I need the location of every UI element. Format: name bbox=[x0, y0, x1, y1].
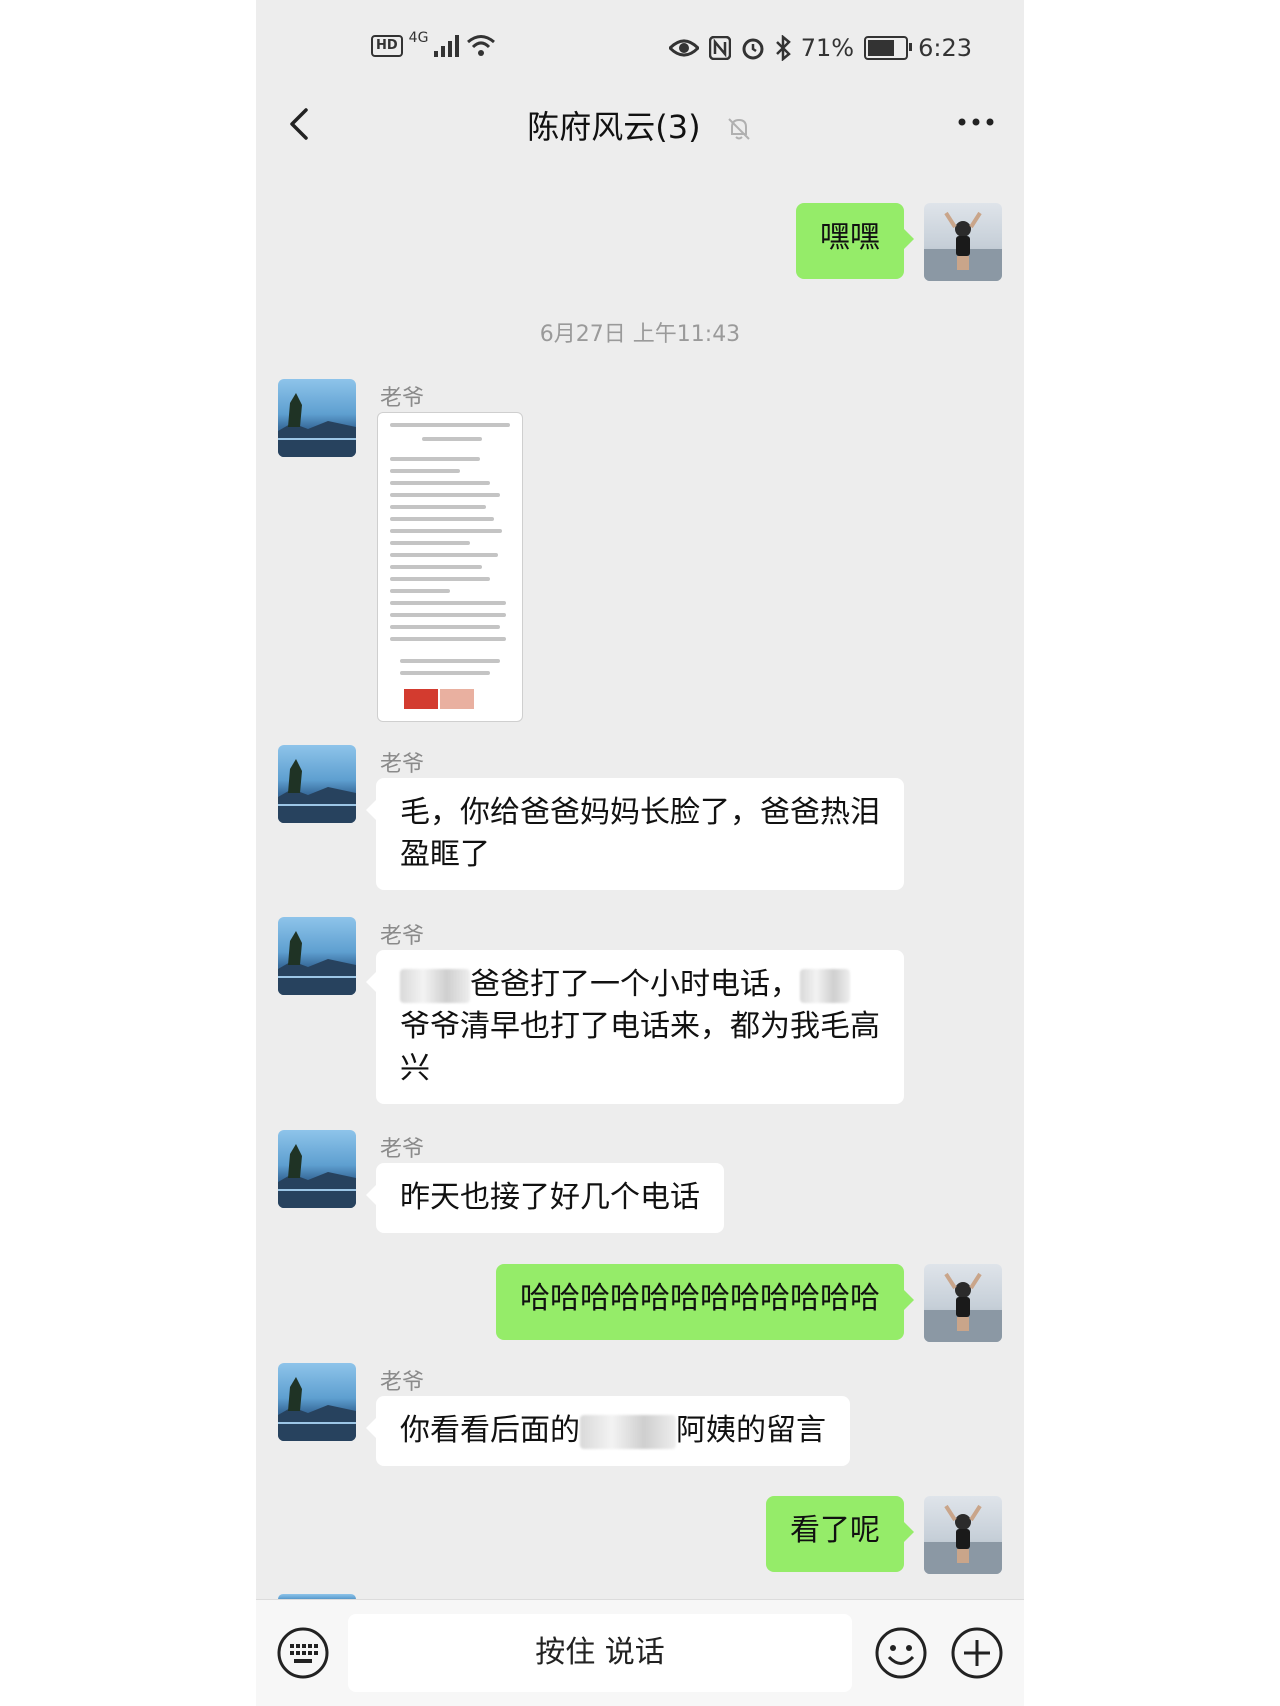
sender-avatar[interactable] bbox=[278, 745, 356, 823]
input-bar: 按住 说话 bbox=[256, 1599, 1024, 1706]
chat-title-wrap: 陈府风云(3) bbox=[256, 102, 1024, 148]
person-photo-icon bbox=[924, 1504, 1002, 1574]
bluetooth-icon bbox=[775, 35, 791, 61]
my-avatar[interactable] bbox=[924, 1496, 1002, 1574]
hold-to-talk-button[interactable]: 按住 说话 bbox=[348, 1614, 852, 1692]
message-text-part: 爸爸打了一个小时电话， bbox=[470, 967, 800, 1002]
sender-avatar[interactable] bbox=[278, 379, 356, 457]
message-bubble-outgoing[interactable]: 看了呢 bbox=[766, 1496, 914, 1572]
lake-photo-icon bbox=[278, 1377, 356, 1441]
nfc-icon bbox=[708, 36, 731, 60]
status-right: 71% 6:23 bbox=[668, 34, 972, 62]
keyboard-icon[interactable] bbox=[276, 1626, 330, 1680]
message-text-part: 爷爷清早也打了电话来，都为我毛高兴 bbox=[400, 1009, 880, 1086]
battery-icon bbox=[864, 36, 913, 60]
message-text: 昨天也接了好几个电话 bbox=[400, 1180, 700, 1215]
sender-name: 老爷 bbox=[380, 386, 425, 411]
lake-photo-icon bbox=[278, 393, 356, 457]
chat-title: 陈府风云(3) bbox=[527, 108, 701, 146]
my-avatar[interactable] bbox=[924, 1264, 1002, 1342]
redacted-text bbox=[800, 968, 850, 1003]
redacted-text bbox=[580, 1414, 676, 1449]
lake-photo-icon bbox=[278, 759, 356, 823]
message-bubble-outgoing[interactable]: 嘿嘿 bbox=[796, 203, 914, 279]
chat-screen: HD 4G 71% 6:23 陈府风云(3) 嘿嘿 6月27日 上午11:43 bbox=[256, 0, 1024, 1706]
message-bubble-incoming[interactable]: 毛，你给爸爸妈妈长脸了，爸爸热泪盈眶了 bbox=[366, 778, 904, 890]
message-bubble-incoming[interactable]: 爸爸打了一个小时电话， 爷爷清早也打了电话来，都为我毛高兴 bbox=[366, 950, 904, 1104]
message-text-part: 你看看后面的 bbox=[400, 1413, 580, 1448]
time-divider: 6月27日 上午11:43 bbox=[539, 322, 741, 347]
emoji-icon[interactable] bbox=[874, 1626, 928, 1680]
message-bubble-outgoing[interactable]: 哈哈哈哈哈哈哈哈哈哈哈哈 bbox=[496, 1264, 914, 1340]
message-text: 看了呢 bbox=[790, 1513, 880, 1548]
message-bubble-incoming[interactable]: 昨天也接了好几个电话 bbox=[366, 1163, 724, 1233]
plus-icon[interactable] bbox=[950, 1626, 1004, 1680]
sender-name: 老爷 bbox=[380, 1370, 425, 1395]
redacted-text bbox=[400, 968, 470, 1003]
hd-badge: HD bbox=[371, 35, 403, 57]
battery-level bbox=[868, 40, 895, 56]
sender-avatar[interactable] bbox=[278, 1130, 356, 1208]
my-avatar[interactable] bbox=[924, 203, 1002, 281]
lake-photo-icon bbox=[278, 931, 356, 995]
lake-photo-icon bbox=[278, 1144, 356, 1208]
sender-avatar[interactable] bbox=[278, 1363, 356, 1441]
signal-icon: 4G bbox=[408, 30, 429, 46]
sender-name: 老爷 bbox=[380, 752, 425, 777]
message-text: 嘿嘿 bbox=[820, 220, 880, 255]
thumb-image-red bbox=[404, 689, 438, 709]
message-text-part: 阿姨的留言 bbox=[676, 1413, 826, 1448]
message-bubble-incoming[interactable]: 你看看后面的 阿姨的留言 bbox=[366, 1396, 850, 1466]
alarm-icon bbox=[742, 38, 764, 60]
sender-avatar[interactable] bbox=[278, 917, 356, 995]
sender-name: 老爷 bbox=[380, 1137, 425, 1162]
more-icon[interactable] bbox=[956, 110, 996, 134]
wifi-icon bbox=[467, 35, 496, 56]
eye-icon bbox=[668, 39, 699, 57]
person-photo-icon bbox=[924, 1272, 1002, 1342]
message-text: 毛，你给爸爸妈妈长脸了，爸爸热泪盈眶了 bbox=[400, 795, 880, 872]
screenshot-image-message[interactable] bbox=[377, 412, 523, 722]
signal-bars-icon bbox=[434, 35, 460, 57]
status-left: HD 4G bbox=[371, 30, 496, 58]
person-photo-icon bbox=[924, 211, 1002, 281]
mute-bell-icon bbox=[728, 118, 750, 140]
thumb-image-pink bbox=[440, 689, 474, 709]
message-text: 哈哈哈哈哈哈哈哈哈哈哈哈 bbox=[520, 1281, 880, 1316]
battery-percent: 71% bbox=[800, 34, 855, 62]
sender-name: 老爷 bbox=[380, 924, 425, 949]
clock: 6:23 bbox=[918, 34, 972, 62]
chat-header: 陈府风云(3) bbox=[256, 80, 1024, 170]
